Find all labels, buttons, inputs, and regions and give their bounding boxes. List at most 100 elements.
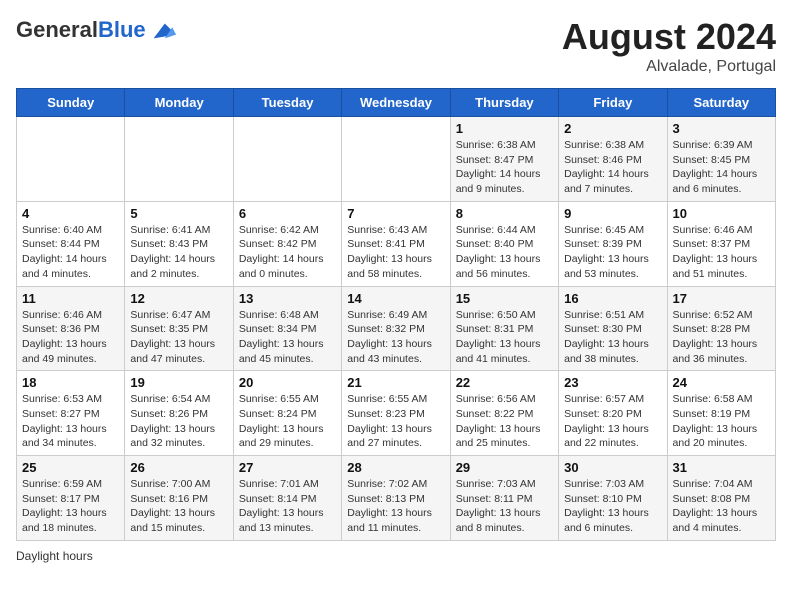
calendar-cell: 8 Sunrise: 6:44 AM Sunset: 8:40 PM Daylig…: [450, 201, 558, 286]
day-info: Sunrise: 7:02 AM Sunset: 8:13 PM Dayligh…: [347, 477, 444, 536]
day-info: Sunrise: 6:46 AM Sunset: 8:37 PM Dayligh…: [673, 223, 770, 282]
week-row-4: 18 Sunrise: 6:53 AM Sunset: 8:27 PM Dayli…: [17, 371, 776, 456]
day-info: Sunrise: 7:04 AM Sunset: 8:08 PM Dayligh…: [673, 477, 770, 536]
calendar-cell: 27 Sunrise: 7:01 AM Sunset: 8:14 PM Dayli…: [233, 456, 341, 541]
weekday-header-thursday: Thursday: [450, 89, 558, 117]
footer-note: Daylight hours: [16, 549, 776, 563]
calendar-cell: 13Sunrise: 6:48 AM Sunset: 8:34 PM Dayli…: [233, 286, 341, 371]
day-number: 20: [239, 375, 336, 390]
day-number: 28: [347, 460, 444, 475]
day-info: Sunrise: 6:38 AM Sunset: 8:46 PM Dayligh…: [564, 138, 661, 197]
day-info: Sunrise: 6:55 AM Sunset: 8:23 PM Dayligh…: [347, 392, 444, 451]
calendar-cell: 3 Sunrise: 6:39 AM Sunset: 8:45 PM Daylig…: [667, 117, 775, 202]
week-row-2: 4 Sunrise: 6:40 AM Sunset: 8:44 PM Daylig…: [17, 201, 776, 286]
logo: GeneralBlue: [16, 16, 176, 44]
day-number: 2: [564, 121, 661, 136]
day-info: Sunrise: 6:42 AM Sunset: 8:42 PM Dayligh…: [239, 223, 336, 282]
calendar-cell: 26 Sunrise: 7:00 AM Sunset: 8:16 PM Dayli…: [125, 456, 233, 541]
day-number: 5: [130, 206, 227, 221]
day-number: 25: [22, 460, 119, 475]
day-number: 4: [22, 206, 119, 221]
weekday-header-friday: Friday: [559, 89, 667, 117]
day-number: 26: [130, 460, 227, 475]
day-info: Sunrise: 6:58 AM Sunset: 8:19 PM Dayligh…: [673, 392, 770, 451]
day-info: Sunrise: 7:00 AM Sunset: 8:16 PM Dayligh…: [130, 477, 227, 536]
day-number: 22: [456, 375, 553, 390]
day-info: Sunrise: 6:55 AM Sunset: 8:24 PM Dayligh…: [239, 392, 336, 451]
day-number: 19: [130, 375, 227, 390]
calendar-cell: 22 Sunrise: 6:56 AM Sunset: 8:22 PM Dayli…: [450, 371, 558, 456]
calendar-cell: 9Sunrise: 6:45 AM Sunset: 8:39 PM Daylig…: [559, 201, 667, 286]
location-title: Alvalade, Portugal: [562, 58, 776, 76]
calendar-cell: 23Sunrise: 6:57 AM Sunset: 8:20 PM Dayli…: [559, 371, 667, 456]
day-info: Sunrise: 6:44 AM Sunset: 8:40 PM Dayligh…: [456, 223, 553, 282]
day-info: Sunrise: 6:52 AM Sunset: 8:28 PM Dayligh…: [673, 308, 770, 367]
day-info: Sunrise: 6:40 AM Sunset: 8:44 PM Dayligh…: [22, 223, 119, 282]
month-title: August 2024: [562, 16, 776, 58]
day-number: 23: [564, 375, 661, 390]
day-number: 16: [564, 291, 661, 306]
calendar-header: SundayMondayTuesdayWednesdayThursdayFrid…: [17, 89, 776, 117]
day-number: 27: [239, 460, 336, 475]
calendar-cell: 20 Sunrise: 6:55 AM Sunset: 8:24 PM Dayli…: [233, 371, 341, 456]
day-number: 12: [130, 291, 227, 306]
day-info: Sunrise: 6:51 AM Sunset: 8:30 PM Dayligh…: [564, 308, 661, 367]
day-number: 21: [347, 375, 444, 390]
day-info: Sunrise: 6:59 AM Sunset: 8:17 PM Dayligh…: [22, 477, 119, 536]
calendar-cell: 14 Sunrise: 6:49 AM Sunset: 8:32 PM Dayli…: [342, 286, 450, 371]
calendar-cell: 30 Sunrise: 7:03 AM Sunset: 8:10 PM Dayli…: [559, 456, 667, 541]
day-info: Sunrise: 6:43 AM Sunset: 8:41 PM Dayligh…: [347, 223, 444, 282]
day-number: 29: [456, 460, 553, 475]
calendar-cell: [342, 117, 450, 202]
daylight-label: Daylight hours: [16, 549, 93, 563]
calendar-cell: 6 Sunrise: 6:42 AM Sunset: 8:42 PM Daylig…: [233, 201, 341, 286]
calendar-cell: 7Sunrise: 6:43 AM Sunset: 8:41 PM Daylig…: [342, 201, 450, 286]
calendar-table: SundayMondayTuesdayWednesdayThursdayFrid…: [16, 88, 776, 541]
calendar-cell: 5Sunrise: 6:41 AM Sunset: 8:43 PM Daylig…: [125, 201, 233, 286]
calendar-body: 1Sunrise: 6:38 AM Sunset: 8:47 PM Daylig…: [17, 117, 776, 541]
day-info: Sunrise: 6:56 AM Sunset: 8:22 PM Dayligh…: [456, 392, 553, 451]
weekday-header-sunday: Sunday: [17, 89, 125, 117]
day-info: Sunrise: 6:47 AM Sunset: 8:35 PM Dayligh…: [130, 308, 227, 367]
day-number: 14: [347, 291, 444, 306]
calendar-cell: 31 Sunrise: 7:04 AM Sunset: 8:08 PM Dayli…: [667, 456, 775, 541]
day-number: 6: [239, 206, 336, 221]
page-header: GeneralBlue August 2024 Alvalade, Portug…: [16, 16, 776, 76]
week-row-5: 25 Sunrise: 6:59 AM Sunset: 8:17 PM Dayli…: [17, 456, 776, 541]
weekday-header-wednesday: Wednesday: [342, 89, 450, 117]
day-number: 15: [456, 291, 553, 306]
logo-general-text: General: [16, 17, 98, 42]
calendar-cell: 18 Sunrise: 6:53 AM Sunset: 8:27 PM Dayli…: [17, 371, 125, 456]
day-info: Sunrise: 6:53 AM Sunset: 8:27 PM Dayligh…: [22, 392, 119, 451]
week-row-3: 11 Sunrise: 6:46 AM Sunset: 8:36 PM Dayli…: [17, 286, 776, 371]
day-number: 17: [673, 291, 770, 306]
calendar-cell: 19Sunrise: 6:54 AM Sunset: 8:26 PM Dayli…: [125, 371, 233, 456]
day-number: 31: [673, 460, 770, 475]
day-number: 3: [673, 121, 770, 136]
calendar-cell: 16 Sunrise: 6:51 AM Sunset: 8:30 PM Dayli…: [559, 286, 667, 371]
logo-blue-text: Blue: [98, 17, 146, 42]
day-number: 18: [22, 375, 119, 390]
day-info: Sunrise: 7:01 AM Sunset: 8:14 PM Dayligh…: [239, 477, 336, 536]
day-info: Sunrise: 6:45 AM Sunset: 8:39 PM Dayligh…: [564, 223, 661, 282]
calendar-cell: 15Sunrise: 6:50 AM Sunset: 8:31 PM Dayli…: [450, 286, 558, 371]
calendar-cell: 17 Sunrise: 6:52 AM Sunset: 8:28 PM Dayli…: [667, 286, 775, 371]
day-number: 11: [22, 291, 119, 306]
week-row-1: 1Sunrise: 6:38 AM Sunset: 8:47 PM Daylig…: [17, 117, 776, 202]
day-info: Sunrise: 6:49 AM Sunset: 8:32 PM Dayligh…: [347, 308, 444, 367]
calendar-cell: 29Sunrise: 7:03 AM Sunset: 8:11 PM Dayli…: [450, 456, 558, 541]
day-info: Sunrise: 6:46 AM Sunset: 8:36 PM Dayligh…: [22, 308, 119, 367]
day-info: Sunrise: 6:39 AM Sunset: 8:45 PM Dayligh…: [673, 138, 770, 197]
day-number: 30: [564, 460, 661, 475]
day-info: Sunrise: 7:03 AM Sunset: 8:10 PM Dayligh…: [564, 477, 661, 536]
day-number: 8: [456, 206, 553, 221]
calendar-cell: 21 Sunrise: 6:55 AM Sunset: 8:23 PM Dayli…: [342, 371, 450, 456]
calendar-cell: [233, 117, 341, 202]
calendar-cell: 4 Sunrise: 6:40 AM Sunset: 8:44 PM Daylig…: [17, 201, 125, 286]
day-number: 24: [673, 375, 770, 390]
title-block: August 2024 Alvalade, Portugal: [562, 16, 776, 76]
logo-icon: [148, 16, 176, 44]
calendar-cell: 1Sunrise: 6:38 AM Sunset: 8:47 PM Daylig…: [450, 117, 558, 202]
day-info: Sunrise: 6:38 AM Sunset: 8:47 PM Dayligh…: [456, 138, 553, 197]
calendar-cell: 11 Sunrise: 6:46 AM Sunset: 8:36 PM Dayli…: [17, 286, 125, 371]
